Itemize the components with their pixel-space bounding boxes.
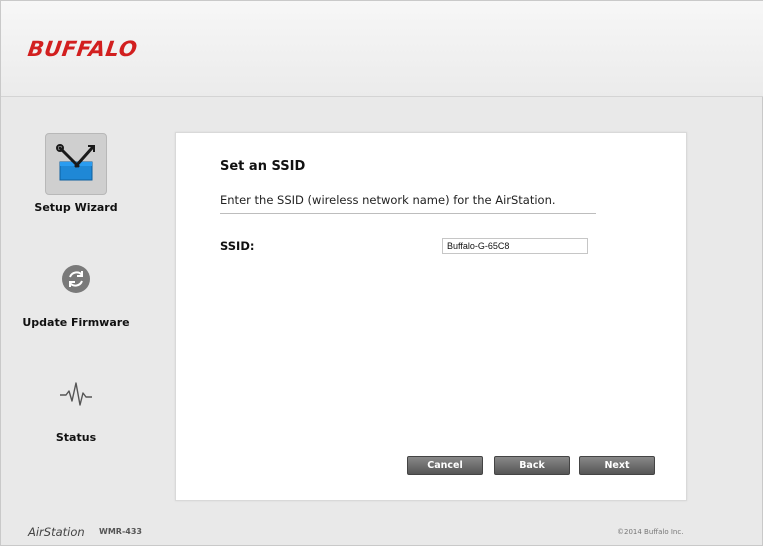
ssid-label: SSID: [220,239,255,253]
page-title: Set an SSID [220,159,306,174]
sidebar-item-setup-wizard[interactable]: Setup Wizard [1,133,151,214]
sidebar-item-update-firmware[interactable]: Update Firmware [1,248,151,329]
sidebar-item-label: Update Firmware [22,316,130,329]
buffalo-logo: BUFFALO [26,37,139,61]
cancel-button[interactable]: Cancel [407,456,483,475]
app-frame: BUFFALO Setup Wizard Update Firmware Sta… [0,0,763,546]
wizard-panel: Set an SSID Enter the SSID (wireless net… [175,132,687,501]
header: BUFFALO [1,1,763,97]
sidebar-item-label: Setup Wizard [34,201,118,214]
refresh-icon [45,248,107,310]
copyright: ©2014 Buffalo Inc. [617,528,684,536]
sidebar-item-status[interactable]: Status [1,363,151,444]
next-button[interactable]: Next [579,456,655,475]
back-button[interactable]: Back [494,456,570,475]
sidebar-item-label: Status [55,431,97,444]
toolbox-icon [45,133,107,195]
divider [220,213,596,214]
model-name: WMR-433 [99,527,142,536]
airstation-logo: AirStation [28,525,85,539]
pulse-icon [45,363,107,425]
panel-description: Enter the SSID (wireless network name) f… [220,193,556,207]
ssid-input[interactable] [442,238,588,254]
